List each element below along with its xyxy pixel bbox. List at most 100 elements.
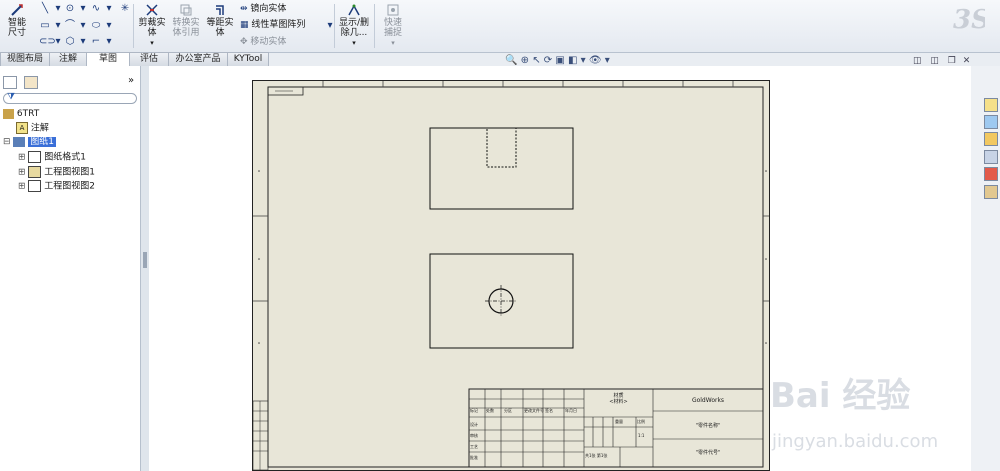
- circle-dropdown-icon[interactable]: ▾: [77, 3, 89, 15]
- ellipse-dropdown-icon[interactable]: ▾: [103, 20, 115, 32]
- view-palette-icon[interactable]: [984, 150, 998, 164]
- appearances-icon[interactable]: [984, 167, 998, 181]
- drawing-view-icon: [28, 166, 42, 178]
- display-delete-relations-button[interactable]: 显示/删除几... ▾: [336, 3, 372, 48]
- move-entities-button[interactable]: ✥ 移动实体: [240, 36, 286, 48]
- relations-dropdown-icon[interactable]: ▾: [336, 38, 372, 48]
- smart-dimension-label: 智能尺寸: [7, 18, 26, 38]
- command-tabs: 视图布局 注解 草图 评估 办公室产品 KYTool: [0, 52, 270, 67]
- sheet-icon: [13, 136, 26, 147]
- header-zone: 分区: [504, 408, 512, 413]
- property-manager-tab-icon[interactable]: [24, 76, 38, 89]
- point-icon[interactable]: ✳: [119, 3, 131, 15]
- tree-item-sheet-format[interactable]: ⊞ 图纸格式1: [18, 151, 86, 164]
- feature-manager-tree: » ⧩ 6TRT A 注解 ⊟ 图纸1 ⊞ 图纸格式1 ⊞ 工程图视图1 ⊞ 工…: [0, 66, 141, 471]
- line-icon[interactable]: ╲: [39, 3, 51, 15]
- mirror-icon: ⇹: [240, 4, 248, 14]
- polygon-dropdown-icon[interactable]: ▾: [77, 36, 89, 48]
- hide-show-dropdown-icon[interactable]: ▾: [605, 55, 610, 66]
- row-approve: 批准: [470, 455, 478, 460]
- slot-icon[interactable]: ⊂⊃: [39, 36, 56, 48]
- circle-icon[interactable]: ⊙: [64, 3, 76, 15]
- row-process: 工艺: [470, 444, 478, 449]
- home-icon[interactable]: [984, 98, 998, 112]
- mirror-entities-button[interactable]: ⇹ 镜向实体: [240, 3, 286, 15]
- quick-snap-dropdown-icon[interactable]: ▾: [376, 38, 410, 48]
- tab-sketch[interactable]: 草图: [86, 52, 130, 67]
- polygon-icon[interactable]: ⬡: [64, 36, 76, 48]
- tab-office-products[interactable]: 办公室产品: [168, 52, 228, 66]
- spline-icon[interactable]: ∿: [90, 3, 102, 15]
- convert-entities-button[interactable]: 转换实体引用: [170, 3, 202, 38]
- tab-evaluate[interactable]: 评估: [129, 52, 169, 66]
- tree-item-drawing-view-2[interactable]: ⊞ 工程图视图2: [18, 180, 95, 193]
- header-signature: 签名: [545, 408, 553, 413]
- file-explorer-icon[interactable]: [984, 132, 998, 146]
- close-icon[interactable]: ✕: [963, 56, 971, 66]
- line-dropdown-icon[interactable]: ▾: [52, 3, 64, 15]
- command-manager: 智能尺寸 ╲ ▾ ⊙ ▾ ∿ ▾ ✳ ▭ ▾ ⌒ ▾ ⬭ ▾ ⊂⊃ ▾ ⬡ ▾ …: [0, 0, 1000, 53]
- offset-entities-button[interactable]: 等距实体: [204, 3, 236, 38]
- tree-item-annotation[interactable]: A 注解: [16, 122, 49, 135]
- expand-icon[interactable]: ⊟: [3, 137, 11, 147]
- offset-icon: [216, 5, 224, 15]
- tree-item-label: 工程图视图1: [44, 167, 96, 178]
- expand-icon[interactable]: ⊞: [18, 182, 26, 192]
- trim-dropdown-icon[interactable]: ▾: [136, 38, 168, 48]
- zoom-area-icon[interactable]: ⊕: [521, 55, 529, 66]
- rotate-icon[interactable]: ⟳: [544, 55, 552, 66]
- tile-icon[interactable]: ◫: [913, 56, 922, 66]
- zoom-to-fit-icon[interactable]: 🔍: [505, 55, 517, 66]
- slot-dropdown-icon[interactable]: ▾: [52, 36, 64, 48]
- hide-show-icon[interactable]: 👁: [589, 55, 602, 66]
- trim-entities-button[interactable]: 剪裁实体 ▾: [136, 3, 168, 48]
- linear-pattern-button[interactable]: ▦ 线性草图阵列: [240, 19, 305, 31]
- company-name: GoldWorks: [691, 397, 725, 404]
- display-style-dropdown-icon[interactable]: ▾: [581, 55, 586, 66]
- rectangle-dropdown-icon[interactable]: ▾: [52, 20, 64, 32]
- tree-item-sheet[interactable]: ⊟ 图纸1: [3, 136, 57, 149]
- tab-annotation[interactable]: 注解: [49, 52, 87, 66]
- display-style-icon[interactable]: ◧: [568, 55, 577, 66]
- quick-snap-button[interactable]: 快速捕捉 ▾: [376, 3, 410, 48]
- scale-value: 1:1: [638, 433, 645, 438]
- filter-icon: ⧩: [7, 92, 16, 102]
- tile2-icon[interactable]: ◫: [930, 56, 939, 66]
- drawing-icon: [3, 108, 14, 119]
- spline-dropdown-icon[interactable]: ▾: [103, 3, 115, 15]
- custom-properties-icon[interactable]: [984, 185, 998, 199]
- row-design: 设计: [470, 422, 478, 427]
- splitter-handle[interactable]: [143, 252, 147, 268]
- section-view-icon[interactable]: ▣: [555, 55, 564, 66]
- tree-item-label: 注解: [30, 123, 49, 134]
- restore-icon[interactable]: ❐: [948, 56, 956, 66]
- material-cell: 材质 <材料>: [584, 393, 653, 405]
- design-library-icon[interactable]: [984, 115, 998, 129]
- fillet-icon[interactable]: ⌐: [90, 36, 102, 48]
- arc-dropdown-icon[interactable]: ▾: [77, 20, 89, 32]
- select-icon[interactable]: ↖: [532, 55, 540, 66]
- expand-icon[interactable]: ⊞: [18, 153, 26, 163]
- quick-snap-label: 快速捕捉: [383, 18, 402, 38]
- header-date: 年月日: [565, 408, 577, 413]
- rectangle-icon[interactable]: ▭: [39, 20, 51, 32]
- tree-root[interactable]: 6TRT: [3, 108, 39, 121]
- tree-filter-input[interactable]: ⧩: [3, 92, 137, 104]
- trim-label: 剪裁实体: [138, 18, 166, 38]
- tree-item-drawing-view-1[interactable]: ⊞ 工程图视图1: [18, 166, 95, 179]
- panel-splitter[interactable]: [141, 66, 149, 471]
- ellipse-icon[interactable]: ⬭: [90, 20, 102, 32]
- fillet-dropdown-icon[interactable]: ▾: [103, 36, 115, 48]
- arc-icon[interactable]: ⌒: [64, 20, 76, 32]
- smart-dimension-icon: [11, 4, 23, 16]
- weight-label: 重量: [615, 419, 623, 424]
- smart-dimension-button[interactable]: 智能尺寸: [2, 3, 32, 38]
- tab-view-layout[interactable]: 视图布局: [0, 52, 50, 66]
- row-review: 审核: [470, 433, 478, 438]
- collapse-panel-icon[interactable]: »: [128, 75, 134, 86]
- feature-tree-tab-icon[interactable]: [3, 76, 17, 89]
- tab-kytool[interactable]: KYTool: [227, 52, 269, 66]
- expand-icon[interactable]: ⊞: [18, 168, 26, 178]
- offset-label: 等距实体: [206, 18, 234, 38]
- drawing-sheet[interactable]: 材质 <材料> GoldWorks "零件名称" "零件代号" 重量 比例 1:…: [252, 80, 770, 471]
